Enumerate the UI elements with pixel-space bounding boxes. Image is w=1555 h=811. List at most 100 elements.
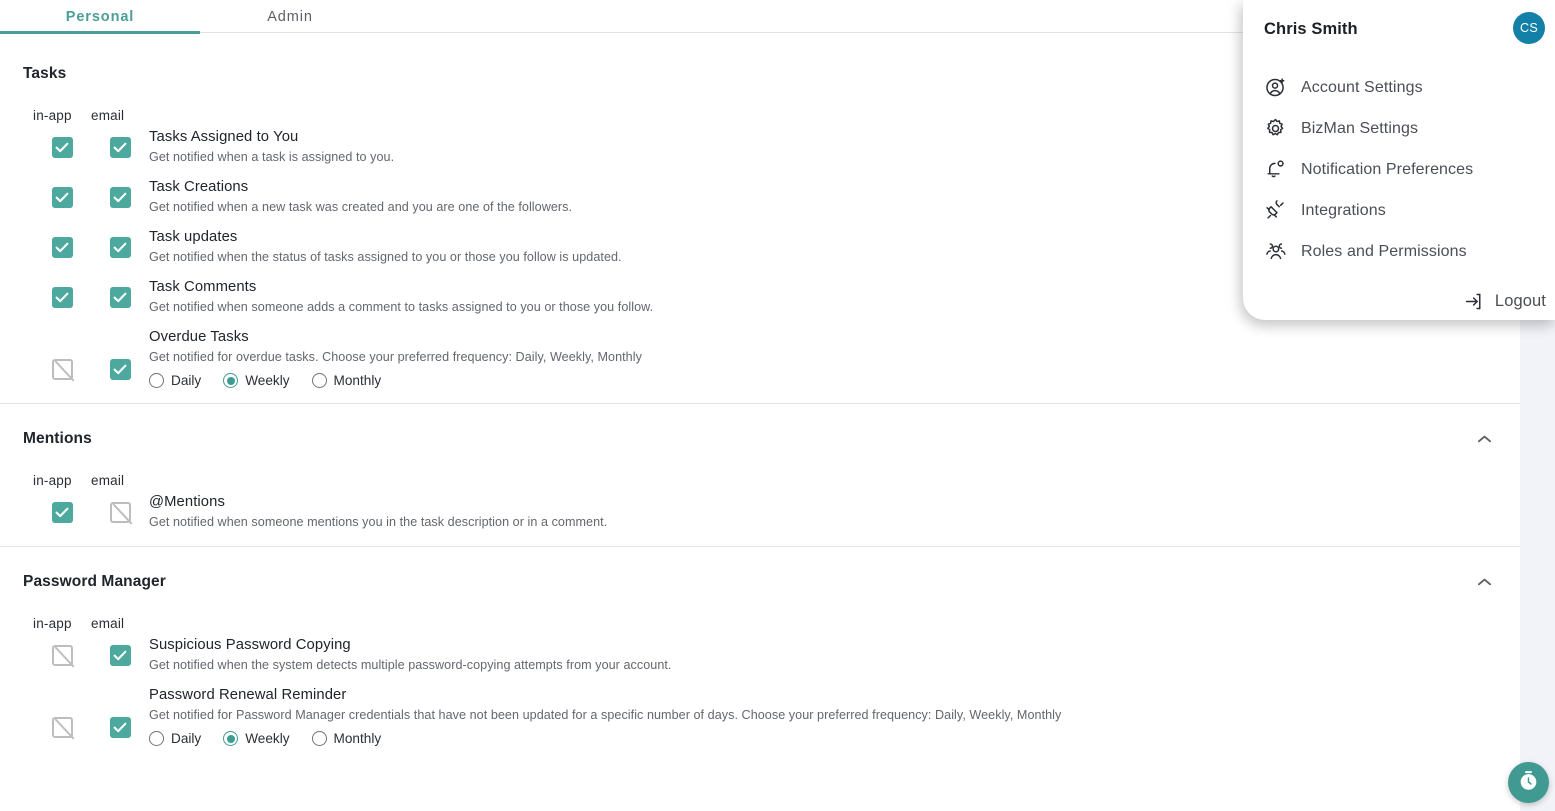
- bell-icon: [1264, 158, 1287, 181]
- section-header: Mentions: [0, 424, 1520, 454]
- row-description: Get notified for Password Manager creden…: [149, 708, 1062, 722]
- email-checkbox-checked[interactable]: [109, 187, 131, 208]
- column-header-email: email: [91, 473, 125, 488]
- account-user-name: Chris Smith: [1264, 19, 1358, 38]
- in-app-checkbox-checked[interactable]: [51, 237, 73, 258]
- section-divider: [0, 546, 1520, 547]
- in-app-cell: [33, 177, 91, 208]
- frequency-option-weekly[interactable]: Weekly: [223, 731, 290, 746]
- account-menu-dropdown: Chris Smith CS Account Settings BizMan S…: [1243, 0, 1555, 320]
- notification-row: Password Renewal Reminder Get notified f…: [0, 685, 1520, 757]
- timer-fab-button[interactable]: [1508, 762, 1549, 803]
- email-checkbox-checked[interactable]: [109, 717, 131, 738]
- row-text: Password Renewal Reminder Get notified f…: [149, 685, 1061, 746]
- radio-weekly-selected[interactable]: [223, 731, 239, 746]
- notification-rows: @Mentions Get notified when someone ment…: [0, 492, 1520, 546]
- in-app-checkbox-checked[interactable]: [51, 187, 73, 208]
- menu-item-integrations[interactable]: Integrations: [1243, 190, 1555, 231]
- in-app-cell: [33, 127, 91, 158]
- email-cell: [91, 685, 149, 738]
- tab-personal[interactable]: Personal: [0, 0, 200, 33]
- email-checkbox-checked[interactable]: [109, 237, 131, 258]
- notification-row: @Mentions Get notified when someone ment…: [0, 492, 1520, 542]
- notification-row: Suspicious Password Copying Get notified…: [0, 635, 1520, 685]
- avatar[interactable]: CS: [1513, 12, 1545, 44]
- menu-item-label: BizMan Settings: [1301, 119, 1419, 137]
- in-app-cell: [33, 492, 91, 523]
- email-cell: [91, 635, 149, 666]
- row-title: Overdue Tasks: [149, 329, 249, 345]
- email-checkbox-checked[interactable]: [109, 137, 131, 158]
- frequency-option-weekly[interactable]: Weekly: [223, 373, 290, 388]
- tab-personal-label: Personal: [65, 8, 135, 25]
- radio-label: Weekly: [245, 731, 290, 746]
- radio-daily[interactable]: [149, 731, 164, 746]
- notification-rows: Suspicious Password Copying Get notified…: [0, 635, 1520, 761]
- radio-label: Daily: [171, 731, 202, 746]
- account-menu-header: Chris Smith CS: [1243, 0, 1555, 58]
- email-cell: [91, 127, 149, 158]
- column-headers: in-app email: [0, 473, 1520, 488]
- row-description: Get notified when the status of tasks as…: [149, 250, 622, 264]
- gear-icon: [1264, 117, 1287, 140]
- menu-item-notification-preferences[interactable]: Notification Preferences: [1243, 149, 1555, 190]
- email-cell: [91, 227, 149, 258]
- in-app-checkbox-checked[interactable]: [51, 287, 73, 308]
- tab-admin[interactable]: Admin: [200, 0, 380, 33]
- section-header: Password Manager: [0, 567, 1520, 597]
- app-root: Personal Admin Tasks in-app email Tasks …: [0, 0, 1555, 811]
- radio-label: Monthly: [333, 373, 382, 388]
- frequency-option-monthly[interactable]: Monthly: [311, 373, 382, 388]
- row-title: Suspicious Password Copying: [149, 637, 351, 653]
- radio-monthly[interactable]: [311, 731, 327, 746]
- menu-item-account-settings[interactable]: Account Settings: [1243, 67, 1555, 108]
- radio-label: Daily: [171, 373, 202, 388]
- frequency-radio-group: Daily Weekly Monthly: [149, 731, 1061, 746]
- frequency-option-daily[interactable]: Daily: [149, 731, 201, 746]
- in-app-checkbox-checked[interactable]: [51, 137, 73, 158]
- radio-monthly[interactable]: [311, 373, 327, 388]
- user-settings-icon: [1264, 76, 1287, 99]
- stopwatch-icon: [1517, 769, 1540, 797]
- email-checkbox-checked[interactable]: [109, 645, 131, 666]
- plug-icon: [1264, 199, 1287, 222]
- notification-row: Overdue Tasks Get notified for overdue t…: [0, 327, 1520, 399]
- menu-item-label: Notification Preferences: [1301, 160, 1474, 178]
- in-app-checkbox-disabled: [51, 359, 73, 380]
- frequency-option-monthly[interactable]: Monthly: [311, 731, 381, 746]
- in-app-cell: [33, 277, 91, 308]
- in-app-checkbox-disabled: [51, 645, 73, 666]
- row-text: Task Creations Get notified when a new t…: [149, 177, 572, 216]
- section-divider: [0, 403, 1520, 404]
- in-app-cell: [33, 327, 91, 380]
- row-title: Tasks Assigned to You: [149, 129, 299, 145]
- logout-button[interactable]: Logout: [1463, 290, 1546, 313]
- in-app-cell: [33, 635, 91, 666]
- menu-item-label: Integrations: [1301, 201, 1386, 219]
- radio-weekly-selected[interactable]: [223, 373, 239, 388]
- row-title: @Mentions: [149, 494, 225, 510]
- row-title: Password Renewal Reminder: [149, 687, 347, 703]
- logout-label: Logout: [1494, 292, 1546, 310]
- section-mentions: Mentions in-app email @Mentions Get noti…: [0, 424, 1520, 546]
- email-checkbox-checked[interactable]: [109, 359, 131, 380]
- in-app-checkbox-checked[interactable]: [51, 502, 73, 523]
- menu-item-roles-and-permissions[interactable]: Roles and Permissions: [1243, 231, 1555, 272]
- chevron-up-icon[interactable]: [1476, 431, 1492, 447]
- column-header-in-app: in-app: [33, 473, 72, 488]
- row-text: Suspicious Password Copying Get notified…: [149, 635, 672, 674]
- radio-daily[interactable]: [149, 373, 164, 388]
- column-header-email: email: [91, 616, 125, 631]
- avatar-initials: CS: [1519, 21, 1539, 35]
- frequency-option-daily[interactable]: Daily: [149, 373, 201, 388]
- row-title: Task updates: [149, 229, 238, 245]
- sign-out-icon: [1463, 290, 1486, 313]
- menu-item-label: Roles and Permissions: [1301, 242, 1467, 260]
- row-description: Get notified when a task is assigned to …: [149, 150, 395, 164]
- menu-item-bizman-settings[interactable]: BizMan Settings: [1243, 108, 1555, 149]
- email-checkbox-checked[interactable]: [109, 287, 131, 308]
- radio-label: Weekly: [245, 373, 290, 388]
- row-description: Get notified when someone mentions you i…: [149, 515, 608, 529]
- chevron-up-icon[interactable]: [1476, 574, 1492, 590]
- row-description: Get notified when the system detects mul…: [149, 658, 672, 672]
